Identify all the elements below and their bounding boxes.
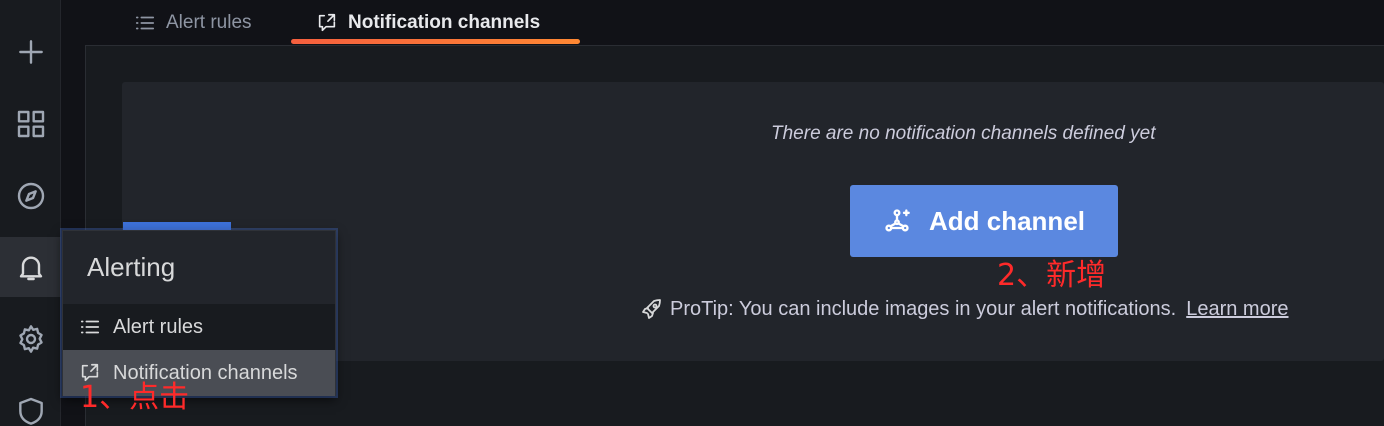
rocket-icon bbox=[642, 299, 661, 319]
annotation-step-2: 2、新增 bbox=[997, 258, 1107, 293]
compass-icon[interactable] bbox=[0, 166, 61, 226]
submenu-item-alert-rules[interactable]: Alert rules bbox=[63, 304, 335, 350]
tab-alert-rules[interactable]: Alert rules bbox=[134, 0, 252, 45]
apps-icon[interactable] bbox=[0, 94, 61, 154]
side-nav bbox=[0, 0, 61, 426]
add-channel-label: Add channel bbox=[928, 205, 1085, 236]
submenu-highlight-strip bbox=[123, 222, 231, 230]
list-icon bbox=[135, 16, 155, 29]
protip-text: ProTip: You can include images in your a… bbox=[670, 297, 1177, 320]
tab-label: Notification channels bbox=[348, 11, 541, 33]
shield-icon[interactable] bbox=[0, 381, 61, 426]
active-tab-indicator bbox=[291, 39, 580, 44]
protip: ProTip: You can include images in your a… bbox=[640, 296, 1289, 322]
add-channel-button[interactable]: Add channel bbox=[850, 185, 1118, 257]
cog-icon[interactable] bbox=[0, 309, 61, 369]
comment-alt-share-icon bbox=[318, 13, 336, 31]
bell-icon[interactable] bbox=[0, 237, 61, 297]
grafana-app: Alert rules Notification channels There … bbox=[0, 0, 1384, 426]
page-tabs: Alert rules Notification channels bbox=[61, 0, 1384, 45]
channel-add-icon bbox=[885, 209, 910, 232]
plus-icon[interactable] bbox=[0, 22, 61, 82]
learn-more-link[interactable]: Learn more bbox=[1186, 298, 1288, 321]
submenu-title[interactable]: Alerting bbox=[63, 231, 337, 304]
submenu-item-label: Alert rules bbox=[113, 315, 204, 338]
empty-list-title: There are no notification channels defin… bbox=[771, 123, 1156, 144]
annotation-step-1: 1、点击 bbox=[80, 380, 190, 415]
tab-label: Alert rules bbox=[166, 11, 252, 33]
list-icon bbox=[80, 320, 100, 334]
